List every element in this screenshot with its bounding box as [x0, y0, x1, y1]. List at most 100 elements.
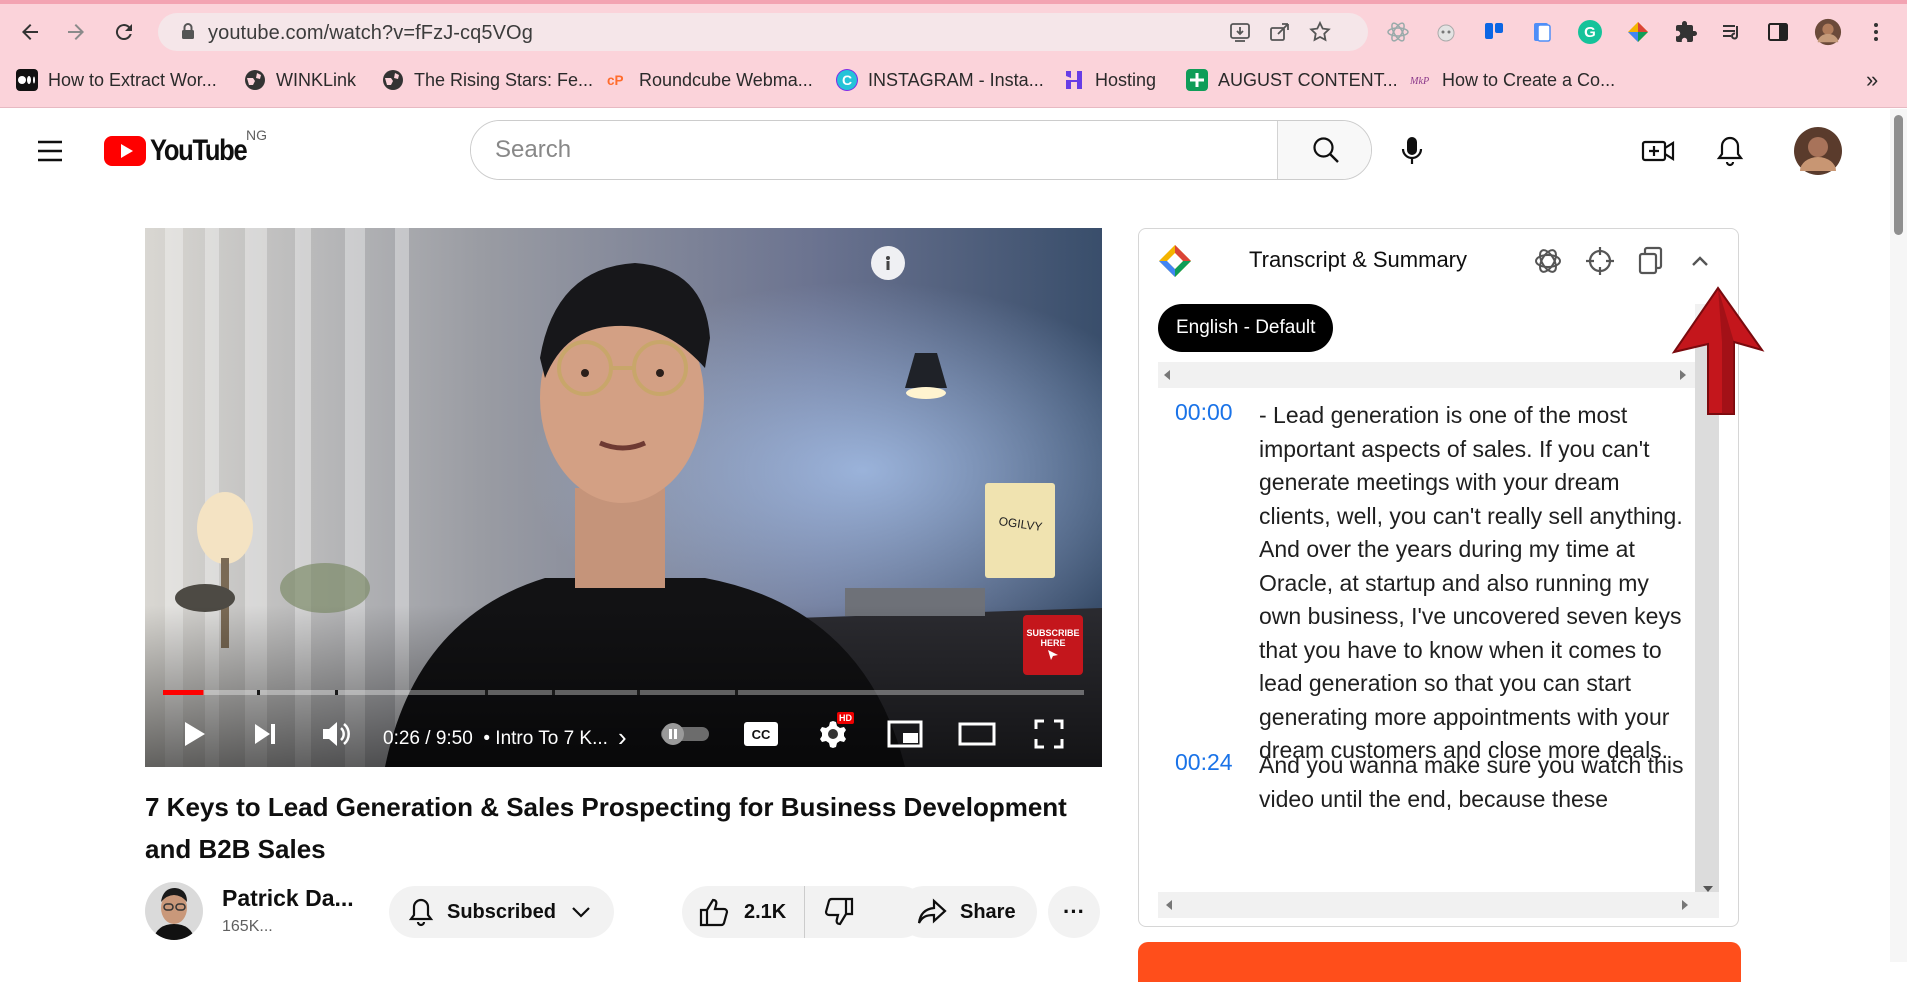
autoplay-toggle-icon [661, 723, 709, 745]
horizontal-scrollbar-bottom[interactable] [1158, 892, 1719, 918]
transcript-summary-panel: Transcript & Summary English - Default 0… [1138, 228, 1739, 927]
share-button[interactable]: Share [898, 886, 1037, 938]
scroll-left-icon [1166, 900, 1172, 910]
hd-badge: HD [837, 712, 854, 724]
side-panel-icon[interactable] [1764, 18, 1792, 46]
browser-menu-icon[interactable] [1862, 18, 1890, 46]
bookmark-label: AUGUST CONTENT... [1218, 69, 1398, 90]
more-bookmarks-button[interactable]: » [1866, 62, 1878, 98]
search-input[interactable] [471, 121, 1277, 179]
robot-extension-icon[interactable] [1432, 18, 1460, 46]
cursor-icon [1048, 650, 1058, 660]
browser-chrome: youtube.com/watch?v=fFzJ-cq5VOg G How to… [0, 0, 1907, 108]
scroll-left-icon [1164, 370, 1170, 380]
page-scrollbar[interactable] [1890, 109, 1907, 962]
subtitles-button[interactable]: CC [739, 710, 783, 758]
channel-name[interactable]: Patrick Da... [222, 885, 354, 912]
chapter-title[interactable]: • Intro To 7 K... [483, 728, 608, 749]
subscribe-badge-line1: SUBSCRIBE [1026, 628, 1080, 638]
fullscreen-button[interactable] [1027, 710, 1071, 758]
thumbs-up-icon [699, 898, 729, 927]
annotation-arrow-icon [1671, 286, 1765, 415]
bookmark-label: INSTAGRAM - Insta... [868, 69, 1044, 90]
forward-button[interactable] [58, 14, 94, 50]
page-scrollbar-thumb[interactable] [1894, 115, 1903, 235]
react-devtools-icon[interactable] [1384, 18, 1412, 46]
info-button[interactable] [871, 246, 905, 280]
more-bookmarks-chevron: » [1866, 67, 1879, 92]
settings-button[interactable]: HD [809, 710, 857, 758]
channel-avatar[interactable] [145, 882, 203, 940]
theater-mode-button[interactable] [955, 710, 999, 758]
video-player[interactable]: OGILVY SUBSCRIBE HERE [145, 228, 1102, 767]
bookmark-item[interactable]: Hosting [1063, 62, 1156, 98]
account-avatar[interactable] [1794, 127, 1842, 175]
copy-icon [1638, 246, 1663, 275]
play-button[interactable] [175, 710, 215, 758]
bell-icon [1716, 136, 1744, 167]
canva-icon: C [836, 69, 858, 91]
profile-avatar-browser[interactable] [1814, 18, 1842, 46]
svg-text:cP: cP [607, 73, 624, 88]
extensions-puzzle-icon[interactable] [1672, 18, 1700, 46]
youtube-logo[interactable]: YouTube [104, 131, 263, 171]
reload-button[interactable] [106, 14, 142, 50]
panel-title: Transcript & Summary [1249, 247, 1468, 272]
subscribe-overlay-badge[interactable]: SUBSCRIBE HERE [1023, 615, 1083, 675]
microphone-icon [1401, 137, 1423, 164]
bookmark-item[interactable]: The Rising Stars: Fe... [382, 62, 593, 98]
next-button[interactable] [245, 710, 285, 758]
search-button[interactable] [1277, 121, 1371, 179]
miniplayer-button[interactable] [883, 710, 927, 758]
autoplay-toggle[interactable] [657, 710, 713, 758]
bookmark-item[interactable]: C INSTAGRAM - Insta... [836, 62, 1044, 98]
dislike-button[interactable] [805, 886, 855, 938]
segment-text: And you wanna make sure you watch this v… [1259, 752, 1684, 812]
collapse-panel-button[interactable] [1683, 244, 1717, 278]
chevron-up-icon [1692, 256, 1708, 266]
bookmark-item[interactable]: WINKLink [244, 62, 356, 98]
horizontal-scrollbar-top[interactable] [1158, 362, 1696, 388]
bookmark-item[interactable]: How to Extract Wor... [16, 62, 217, 98]
svg-text:C: C [842, 72, 852, 88]
mute-button[interactable] [315, 710, 359, 758]
jump-to-current-button[interactable] [1583, 244, 1617, 278]
copy-transcript-button[interactable] [1633, 244, 1667, 278]
more-actions-button[interactable]: ··· [1048, 886, 1100, 938]
voice-search-button[interactable] [1394, 133, 1430, 169]
notifications-button[interactable] [1712, 133, 1748, 169]
transcript-scrollbar-thumb[interactable] [1695, 338, 1719, 904]
url-text[interactable]: youtube.com/watch?v=fFzJ-cq5VOg [208, 22, 533, 45]
address-bar[interactable]: youtube.com/watch?v=fFzJ-cq5VOg [158, 13, 1368, 51]
video-title: 7 Keys to Lead Generation & Sales Prospe… [145, 792, 1067, 864]
segment-timestamp[interactable]: 00:00 [1175, 399, 1233, 426]
segment-timestamp[interactable]: 00:24 [1175, 749, 1233, 776]
segment-text: - Lead generation is one of the most imp… [1259, 402, 1683, 763]
bookmark-item[interactable]: MkP How to Create a Co... [1410, 62, 1615, 98]
grammarly-icon[interactable]: G [1576, 18, 1604, 46]
create-button[interactable] [1640, 133, 1678, 169]
docs-extension-icon[interactable] [1528, 18, 1556, 46]
chatgpt-summary-button[interactable] [1531, 244, 1565, 278]
arrow-left-icon [22, 24, 38, 40]
summary-panel-header[interactable] [1138, 942, 1741, 982]
play-icon [185, 722, 205, 746]
transcript-extension-icon[interactable] [1624, 18, 1652, 46]
bookmark-item[interactable]: AUGUST CONTENT... [1186, 62, 1398, 98]
progress-bar[interactable] [163, 690, 1084, 695]
language-selector[interactable]: English - Default [1158, 304, 1334, 352]
back-button[interactable] [12, 14, 48, 50]
search-box [470, 120, 1372, 180]
bookmark-item[interactable]: cP Roundcube Webma... [607, 62, 813, 98]
bookmark-label: Roundcube Webma... [639, 69, 813, 90]
guide-menu-button[interactable] [32, 133, 68, 169]
site-icon: MkP [1410, 69, 1432, 91]
media-controls-icon[interactable] [1718, 18, 1746, 46]
chapter-chevron[interactable]: › [618, 722, 627, 752]
trello-extension-icon[interactable] [1480, 18, 1508, 46]
like-button[interactable]: 2.1K [682, 886, 806, 938]
skip-next-icon [255, 724, 275, 744]
subscribed-button[interactable]: Subscribed [389, 886, 614, 938]
transcript-list: 00:00 - Lead generation is one of the mo… [1139, 399, 1695, 889]
subscribed-label: Subscribed [447, 900, 556, 923]
